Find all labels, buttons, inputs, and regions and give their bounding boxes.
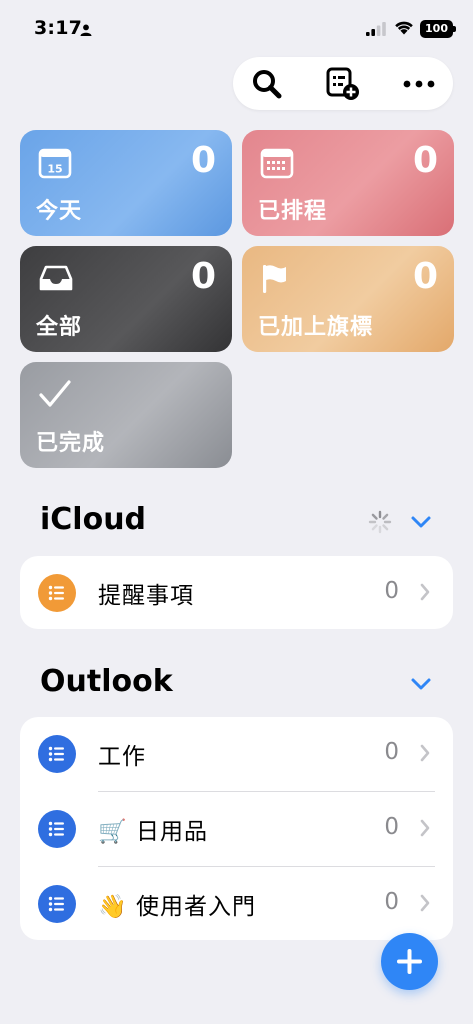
all-count: 0: [190, 256, 216, 297]
list-item-groceries[interactable]: 🛒 日用品 0: [20, 792, 453, 866]
loading-spinner-icon: [368, 510, 392, 538]
all-label: 全部: [36, 315, 83, 340]
tray-icon: [38, 263, 74, 297]
chevron-right-icon: [419, 818, 431, 842]
more-icon[interactable]: [401, 66, 437, 102]
list-item-count: 0: [384, 578, 399, 604]
flagged-count: 0: [412, 256, 438, 297]
list-item-work[interactable]: 工作 0: [20, 717, 453, 791]
list-bullet-icon: [38, 885, 76, 923]
list-item-count: 0: [384, 814, 399, 840]
icloud-collapse-chevron-icon[interactable]: [410, 514, 432, 533]
list-bullet-icon: [38, 810, 76, 848]
completed-tile[interactable]: 已完成: [20, 362, 232, 468]
battery-tip: [453, 26, 456, 32]
wifi-icon: [394, 19, 414, 39]
outlook-collapse-chevron-icon[interactable]: [410, 676, 432, 695]
list-item-label: 👋 使用者入門: [98, 894, 256, 920]
flag-icon: [260, 263, 290, 299]
status-bar: 3:17 100: [0, 0, 473, 56]
scheduled-count: 0: [412, 140, 438, 181]
list-bullet-icon: [38, 735, 76, 773]
icloud-lists-card: 提醒事項 0: [20, 556, 453, 629]
outlook-section-title[interactable]: Outlook: [40, 664, 173, 699]
calendar-grid-icon: [260, 147, 294, 183]
search-icon[interactable]: [249, 66, 285, 102]
list-item-label: 工作: [98, 744, 146, 770]
all-tile[interactable]: 0 全部: [20, 246, 232, 352]
add-reminder-button[interactable]: [381, 933, 438, 990]
flagged-tile[interactable]: 0 已加上旗標: [242, 246, 454, 352]
list-item-count: 0: [384, 889, 399, 915]
outlook-lists-card: 工作 0 🛒 日用品 0 👋 使用者入門 0: [20, 717, 453, 940]
list-item-label: 🛒 日用品: [98, 819, 208, 845]
chevron-right-icon: [419, 743, 431, 767]
toolbar: [233, 57, 453, 110]
today-tile[interactable]: 15 0 今天: [20, 130, 232, 236]
scheduled-tile[interactable]: 0 已排程: [242, 130, 454, 236]
list-item-count: 0: [384, 739, 399, 765]
completed-label: 已完成: [36, 431, 106, 456]
plus-icon: [397, 949, 422, 974]
scheduled-label: 已排程: [258, 199, 328, 224]
today-label: 今天: [36, 199, 83, 224]
flagged-label: 已加上旗標: [258, 315, 374, 340]
checkmark-icon: [38, 379, 72, 413]
chevron-right-icon: [419, 582, 431, 606]
icloud-section-title[interactable]: iCloud: [40, 502, 146, 537]
today-count: 0: [190, 140, 216, 181]
battery-icon: 100: [420, 20, 453, 38]
chevron-right-icon: [419, 893, 431, 917]
calendar-day-number: 15: [47, 163, 62, 176]
list-item-reminders[interactable]: 提醒事項 0: [20, 556, 453, 629]
list-item-getting-started[interactable]: 👋 使用者入門 0: [20, 867, 453, 940]
calendar-today-icon: 15: [38, 147, 72, 183]
person-icon: [80, 21, 92, 40]
add-filter-list-icon[interactable]: [325, 66, 361, 102]
list-bullet-icon: [38, 574, 76, 612]
signal-icon: [366, 21, 386, 40]
list-item-label: 提醒事項: [98, 583, 194, 609]
status-time: 3:17: [34, 17, 83, 39]
